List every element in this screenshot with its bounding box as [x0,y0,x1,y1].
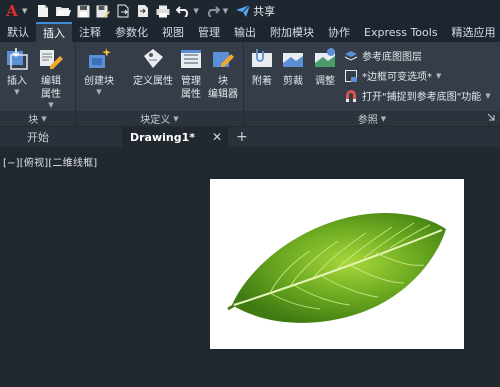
app-logo[interactable]: A [0,0,24,22]
clip-button[interactable]: 剪裁 [280,45,306,88]
new-file-icon[interactable] [34,3,52,19]
edit-attr-dropdown-caret[interactable]: ▼ [48,101,53,110]
tab-insert[interactable]: 插入 [36,22,72,42]
tab-output[interactable]: 输出 [227,22,263,42]
insert-dropdown-caret[interactable]: ▼ [14,88,19,97]
redo-dropdown-caret[interactable]: ▼ [223,7,228,15]
panel-title-reference[interactable]: 参照 ▼ [244,111,500,126]
edit-attr-label-2: 属性 [41,89,61,100]
create-block-button[interactable]: 创建块 ▼ [84,45,114,97]
drawing-canvas[interactable]: [−][俯视][二维线框] [0,147,500,387]
share-label: 共享 [253,5,276,18]
viewport-controls[interactable]: [−][俯视][二维线框] [3,154,97,169]
frame-variable-caret: ▼ [436,71,442,80]
define-attr-label: 定义属性 [133,76,173,87]
adjust-label: 调整 [315,76,335,87]
snap-underlay-caret: ▼ [485,91,491,100]
insert-block-button[interactable]: 插入 ▼ [4,45,30,97]
block-editor-icon [210,45,236,73]
app-menu-caret[interactable]: ▼ [22,7,27,15]
insert-block-icon [4,45,30,73]
start-tab[interactable]: 开始 [0,127,120,147]
drawing1-tab-label: Drawing1* [130,130,196,144]
frame-icon [344,69,358,83]
snap-underlay-icon [344,89,358,103]
panel-reference-caret: ▼ [380,114,387,123]
tab-featured-apps[interactable]: 精选应用 [445,22,500,42]
export-icon[interactable] [114,3,132,19]
save-icon[interactable] [74,3,92,19]
panel-block-definition: 创建块 ▼ 定义属性 管理 属性 块 编辑器 块定义 ▼ [76,42,244,126]
attached-image[interactable] [210,179,464,349]
new-tab-button[interactable]: + [236,127,248,147]
attach-label: 附着 [252,76,272,87]
tab-manage[interactable]: 管理 [191,22,227,42]
define-attribute-icon [140,45,166,73]
panel-block-caret: ▼ [41,114,47,123]
undo-icon[interactable] [174,3,192,19]
create-block-icon [86,45,112,73]
frame-variable-dropdown[interactable]: *边框可变选项* ▼ [344,68,441,83]
tab-annotate[interactable]: 注释 [72,22,108,42]
tab-view[interactable]: 视图 [155,22,191,42]
panel-reference: 附着 剪裁 调整 参考底图图层 *边框可变选项* ▼ 打开"捕捉到参考底图"功能… [244,42,500,126]
tab-addins[interactable]: 附加模块 [263,22,321,42]
tab-express-tools[interactable]: Express Tools [357,22,445,42]
panel-title-block[interactable]: 块 ▼ [0,111,75,126]
block-editor-label-2: 编辑器 [208,89,238,100]
import-icon[interactable] [134,3,152,19]
underlay-layers-icon [344,49,358,63]
ribbon-panel-area: 插入 ▼ 编辑 属性 ▼ 块 ▼ 创建块 ▼ 定义属性 管理 属性 块 编辑器 … [0,42,500,126]
clip-label: 剪裁 [283,76,303,87]
send-icon [236,5,251,17]
ribbon-tab-bar: 默认 插入 注释 参数化 视图 管理 输出 附加模块 协作 Express To… [0,22,500,42]
manage-attr-label-2: 属性 [181,89,201,100]
tab-default[interactable]: 默认 [0,22,36,42]
redo-icon[interactable] [204,3,222,19]
create-block-label: 创建块 [84,76,114,87]
panel-block: 插入 ▼ 编辑 属性 ▼ 块 ▼ [0,42,76,126]
define-attribute-button[interactable]: 定义属性 [133,45,173,88]
clip-icon [280,45,306,73]
block-editor-button[interactable]: 块 编辑器 [208,45,238,101]
quick-access-toolbar: A ▼ ▼ ▼ 共享 [0,0,500,22]
insert-label: 插入 [7,76,27,87]
tab-collaborate[interactable]: 协作 [321,22,357,42]
leaf-image [227,212,446,323]
underlay-layers-label: 参考底图图层 [362,52,422,63]
manage-attributes-button[interactable]: 管理 属性 [178,45,204,101]
edit-attr-label-1: 编辑 [41,76,61,87]
manage-attributes-icon [178,45,204,73]
reference-settings-arrow-icon[interactable] [486,112,496,122]
block-editor-label-1: 块 [218,76,228,87]
open-folder-icon[interactable] [54,3,72,19]
share-button[interactable]: 共享 [236,3,275,19]
document-tab-bar: 开始 Drawing1* ✕ + [0,127,500,147]
panel-block-def-caret: ▼ [173,114,179,123]
attach-button[interactable]: 附着 [249,45,275,88]
undo-dropdown-caret[interactable]: ▼ [193,7,198,15]
manage-attr-label-1: 管理 [181,76,201,87]
close-tab-icon[interactable]: ✕ [212,130,222,144]
adjust-button[interactable]: 调整 [312,45,338,88]
edit-attribute-button[interactable]: 编辑 属性 ▼ [38,45,64,110]
attach-icon [249,45,275,73]
adjust-icon [312,45,338,73]
underlay-layers-button[interactable]: 参考底图图层 [344,48,422,63]
panel-title-block-definition[interactable]: 块定义 ▼ [76,111,243,126]
drawing1-tab[interactable]: Drawing1* ✕ [122,127,228,147]
print-icon[interactable] [154,3,172,19]
edit-attribute-icon [38,45,64,73]
save-as-icon[interactable] [94,3,112,19]
create-block-dropdown-caret[interactable]: ▼ [96,88,101,97]
tab-parametric[interactable]: 参数化 [108,22,155,42]
start-tab-label: 开始 [27,131,49,144]
snap-underlay-dropdown[interactable]: 打开"捕捉到参考底图"功能 ▼ [344,88,491,103]
frame-variable-label: *边框可变选项* [362,72,432,83]
snap-underlay-label: 打开"捕捉到参考底图"功能 [362,92,482,103]
